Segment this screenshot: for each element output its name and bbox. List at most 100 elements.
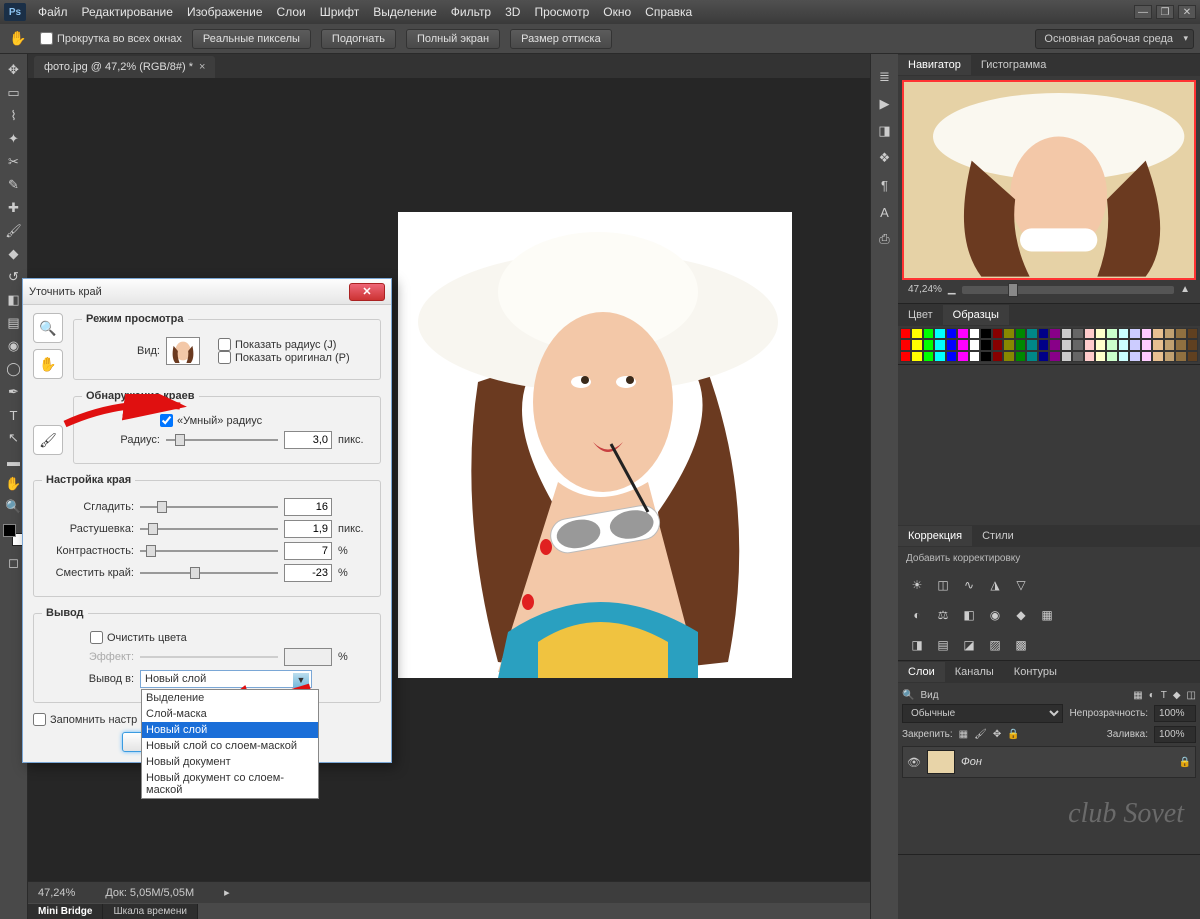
swatch[interactable] (923, 339, 934, 350)
output-opt-newlayer[interactable]: Новый слой (142, 722, 318, 738)
swatch[interactable] (1129, 328, 1140, 339)
swatch[interactable] (1061, 328, 1072, 339)
marquee-tool-icon[interactable]: ▭ (2, 82, 26, 104)
menu-layers[interactable]: Слои (277, 5, 306, 19)
remember-settings-checkbox[interactable]: Запомнить настр (33, 713, 137, 726)
contrast-input[interactable] (284, 542, 332, 560)
timeline-tab[interactable]: Шкала времени (103, 904, 197, 919)
adj-grad-icon[interactable]: ▨ (986, 636, 1004, 654)
close-tab-icon[interactable]: × (199, 61, 205, 73)
swatch[interactable] (934, 328, 945, 339)
stamp-tool-icon[interactable]: ◆ (2, 243, 26, 265)
swatch[interactable] (1175, 328, 1186, 339)
status-arrow-icon[interactable]: ▸ (224, 886, 230, 899)
adj-balance-icon[interactable]: ⚖ (934, 606, 952, 624)
swatch[interactable] (992, 328, 1003, 339)
adj-exposure-icon[interactable]: ◮ (986, 576, 1004, 594)
filter-shape-icon[interactable]: ◆ (1173, 690, 1181, 701)
layer-filter-icon[interactable]: 🔍 (902, 690, 914, 701)
swatch[interactable] (1106, 339, 1117, 350)
swatch[interactable] (1072, 339, 1083, 350)
adj-select-icon[interactable]: ▩ (1012, 636, 1030, 654)
visibility-icon[interactable]: 👁 (907, 756, 921, 769)
output-to-select[interactable]: Новый слой ▼ Выделение Слой-маска Новый … (140, 670, 312, 688)
swatch[interactable] (1061, 351, 1072, 362)
feather-slider[interactable] (140, 521, 278, 537)
layers-tab[interactable]: Слои (898, 662, 945, 682)
adj-poster-icon[interactable]: ▤ (934, 636, 952, 654)
swatch[interactable] (1072, 328, 1083, 339)
blend-mode-select[interactable]: Обычные (902, 704, 1063, 723)
styles-tab[interactable]: Стили (972, 526, 1024, 546)
adj-mixer-icon[interactable]: ◆ (1012, 606, 1030, 624)
swatch[interactable] (980, 339, 991, 350)
swatch[interactable] (1084, 351, 1095, 362)
menu-select[interactable]: Выделение (373, 5, 437, 19)
swatch[interactable] (934, 351, 945, 362)
view-thumbnail-dropdown[interactable] (166, 337, 200, 365)
swatch[interactable] (980, 328, 991, 339)
swatch[interactable] (1003, 351, 1014, 362)
move-tool-icon[interactable]: ✥ (2, 59, 26, 81)
window-restore-button[interactable]: ❐ (1156, 5, 1174, 19)
zoom-in-icon[interactable]: ▲ (1180, 284, 1190, 295)
swatch[interactable] (923, 351, 934, 362)
swatch[interactable] (1038, 328, 1049, 339)
swatch[interactable] (1015, 351, 1026, 362)
radius-slider[interactable] (166, 432, 278, 448)
full-screen-button[interactable]: Полный экран (406, 29, 500, 49)
lasso-tool-icon[interactable]: ⌇ (2, 105, 26, 127)
swatch[interactable] (992, 339, 1003, 350)
dialog-close-button[interactable]: ✕ (349, 283, 385, 301)
adj-hue-icon[interactable]: ◐ (908, 606, 926, 624)
adj-lookup-icon[interactable]: ▦ (1038, 606, 1056, 624)
swatch[interactable] (1175, 339, 1186, 350)
menu-filter[interactable]: Фильтр (451, 5, 491, 19)
menu-type[interactable]: Шрифт (320, 5, 359, 19)
swatch[interactable] (946, 351, 957, 362)
swatch[interactable] (923, 328, 934, 339)
refine-hand-icon[interactable]: ✋ (33, 349, 63, 379)
layer-row-background[interactable]: 👁 Фон 🔒 (902, 746, 1196, 778)
heal-tool-icon[interactable]: ✚ (2, 197, 26, 219)
swatch[interactable] (911, 351, 922, 362)
dock-icon-6[interactable]: A (873, 200, 897, 224)
swatch[interactable] (900, 339, 911, 350)
swatch[interactable] (1164, 328, 1175, 339)
swatch[interactable] (1187, 328, 1198, 339)
swatch[interactable] (900, 351, 911, 362)
swatch[interactable] (1072, 351, 1083, 362)
wand-tool-icon[interactable]: ✦ (2, 128, 26, 150)
swatch[interactable] (1026, 351, 1037, 362)
shift-input[interactable] (284, 564, 332, 582)
swatch[interactable] (911, 328, 922, 339)
refine-brush-icon[interactable]: 🖌 (33, 425, 63, 455)
window-close-button[interactable]: ✕ (1178, 5, 1196, 19)
swatch[interactable] (1141, 351, 1152, 362)
swatch[interactable] (1026, 339, 1037, 350)
adj-photo-filter-icon[interactable]: ◉ (986, 606, 1004, 624)
adj-vibrance-icon[interactable]: ▽ (1012, 576, 1030, 594)
refine-zoom-icon[interactable]: 🔍 (33, 313, 63, 343)
swatch[interactable] (1015, 339, 1026, 350)
swatch[interactable] (1061, 339, 1072, 350)
output-opt-newdoc[interactable]: Новый документ (142, 754, 318, 770)
swatch[interactable] (992, 351, 1003, 362)
swatches-tab[interactable]: Образцы (943, 305, 1009, 325)
feather-input[interactable] (284, 520, 332, 538)
fill-input[interactable] (1154, 726, 1196, 743)
filter-smart-icon[interactable]: ◫ (1187, 690, 1196, 701)
filter-adj-icon[interactable]: ◐ (1149, 690, 1155, 701)
swatch[interactable] (957, 328, 968, 339)
workspace-dropdown[interactable]: Основная рабочая среда (1035, 29, 1194, 49)
swatch[interactable] (1152, 339, 1163, 350)
paths-tab[interactable]: Контуры (1004, 662, 1067, 682)
swatch[interactable] (957, 339, 968, 350)
swatch[interactable] (980, 351, 991, 362)
zoom-out-icon[interactable]: ▁ (948, 284, 956, 295)
menu-image[interactable]: Изображение (187, 5, 263, 19)
color-tab[interactable]: Цвет (898, 305, 943, 325)
swatch[interactable] (934, 339, 945, 350)
scroll-all-checkbox[interactable]: Прокрутка во всех окнах (40, 32, 182, 45)
histogram-tab[interactable]: Гистограмма (971, 55, 1057, 75)
